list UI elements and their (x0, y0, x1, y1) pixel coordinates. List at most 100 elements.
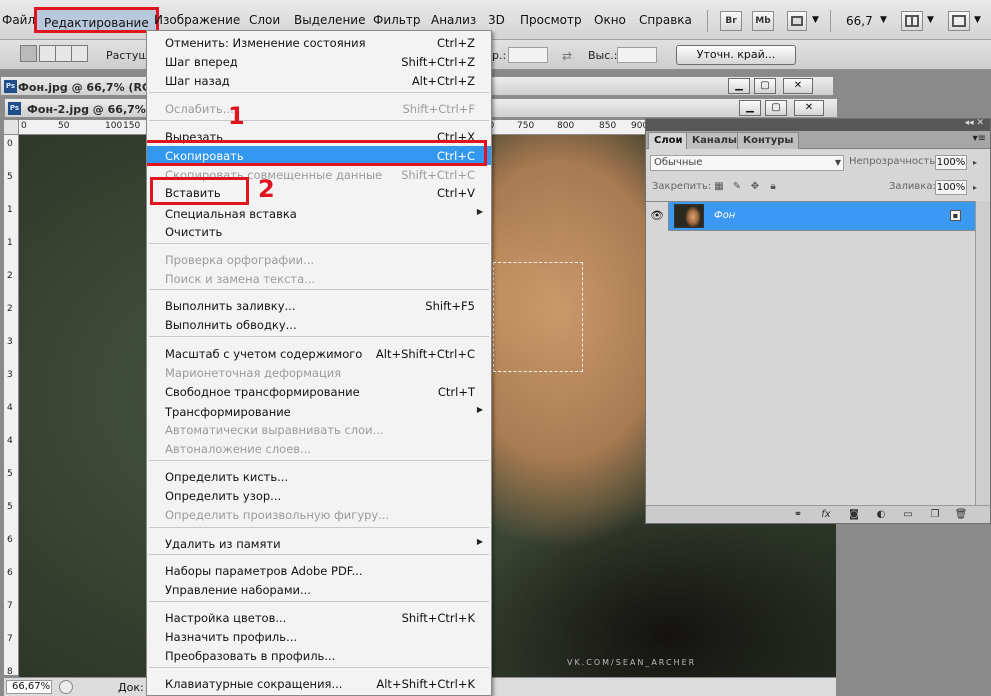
arrange-dropdown-icon[interactable]: ▼ (927, 15, 934, 25)
vertical-ruler[interactable]: 051122334455667788 (4, 135, 19, 677)
menu-item[interactable]: Шаг вперед Shift+Ctrl+Z (147, 52, 491, 71)
maximize-button[interactable]: ▢ (765, 100, 787, 116)
menu-item[interactable]: Управление наборами... (147, 580, 491, 599)
panel-header-strip[interactable]: ◂◂ ✕ (646, 118, 990, 131)
new-layer-icon[interactable]: ❐ (927, 508, 943, 522)
delete-layer-icon[interactable]: 🗑︎ (953, 508, 969, 522)
menu-window[interactable]: Окно (594, 13, 626, 27)
ruler-tick-label: 3 (7, 370, 13, 380)
menu-help[interactable]: Справка (639, 13, 692, 27)
menu-item[interactable]: Автоматически выравнивать слои... (147, 420, 491, 439)
lock-position-icon[interactable]: ✥ (749, 181, 761, 193)
menu-item[interactable]: Специальная вставка ▶ (147, 204, 491, 223)
panel-menu-icon[interactable]: ▾≡ (973, 133, 986, 144)
menu-item[interactable]: Наборы параметров Adobe PDF... (147, 561, 491, 580)
callout-number-2: 2 (258, 175, 275, 203)
height-field[interactable] (617, 47, 657, 63)
eye-icon[interactable]: 👁︎ (646, 202, 669, 231)
menu-3d[interactable]: 3D (488, 13, 505, 27)
menu-edit[interactable]: Редактирование (34, 7, 159, 33)
screen-mode-dropdown-icon[interactable]: ▼ (974, 15, 981, 25)
blend-mode-select[interactable]: Обычные ▼ (650, 155, 844, 171)
ruler-corner[interactable] (4, 120, 19, 135)
menu-item[interactable]: Клавиатурные сокращения... Alt+Shift+Ctrl… (147, 674, 491, 693)
maximize-button[interactable]: ▢ (754, 78, 776, 94)
menu-select[interactable]: Выделение (294, 13, 365, 27)
menu-item[interactable]: Отменить: Изменение состояния Ctrl+Z (147, 33, 491, 52)
layer-name[interactable]: Фон (714, 210, 735, 221)
lock-pixels-icon[interactable]: ✎ (731, 181, 743, 193)
menu-item[interactable]: Преобразовать в профиль... (147, 646, 491, 665)
opacity-field[interactable]: 100% (935, 155, 967, 170)
layers-scrollbar[interactable] (975, 201, 990, 505)
menu-item[interactable]: Шаг назад Alt+Ctrl+Z (147, 71, 491, 90)
menu-item[interactable]: Настройка цветов... Shift+Ctrl+K (147, 608, 491, 627)
menu-view[interactable]: Просмотр (520, 13, 582, 27)
menu-item[interactable]: Трансформирование ▶ (147, 402, 491, 421)
swap-icon[interactable]: ⇄ (562, 49, 572, 63)
zoom-dropdown-icon[interactable]: ▼ (880, 15, 887, 25)
layer-thumbnail[interactable] (674, 204, 704, 228)
bridge-button[interactable]: Br (720, 11, 742, 31)
minimize-button[interactable]: ▁ (739, 100, 761, 116)
screen-mode-button[interactable] (948, 11, 970, 31)
opacity-slider-icon[interactable]: ▸ (973, 158, 977, 167)
menu-item[interactable]: Поиск и замена текста... (147, 269, 491, 288)
menu-item[interactable]: Удалить из памяти ▶ (147, 534, 491, 553)
lock-all-icon[interactable]: 🔒︎ (767, 181, 779, 193)
status-zoom-field[interactable]: 66,67% (6, 680, 52, 694)
new-group-icon[interactable]: ▭ (900, 508, 916, 522)
width-field[interactable] (508, 47, 548, 63)
status-doc-info[interactable]: Док: (118, 681, 144, 694)
menu-image[interactable]: Изображение (154, 13, 240, 27)
tab-paths[interactable]: Контуры (737, 132, 800, 149)
view-extras-dropdown-icon[interactable]: ▼ (812, 15, 819, 25)
close-button[interactable]: ✕ (783, 78, 813, 94)
menu-item[interactable]: Ослабить... Shift+Ctrl+F (147, 99, 491, 118)
menu-file[interactable]: Файл (2, 13, 35, 27)
menu-item[interactable]: Автоналожение слоев... (147, 439, 491, 458)
adjustment-layer-icon[interactable]: ◐ (873, 508, 889, 522)
menu-item[interactable]: Выполнить обводку... (147, 315, 491, 334)
fx-icon[interactable]: fx (818, 508, 834, 522)
collapse-icon[interactable]: ◂◂ ✕ (965, 118, 984, 128)
view-extras-button[interactable] (787, 11, 807, 31)
zoom-level[interactable]: 66,7 (846, 14, 873, 28)
mini-bridge-button[interactable]: Mb (752, 11, 774, 31)
refine-edge-button[interactable]: Уточн. край... (676, 45, 796, 65)
navigator-icon[interactable] (59, 680, 73, 694)
menu-layers[interactable]: Слои (249, 13, 280, 27)
lock-transparency-icon[interactable]: ▦ (713, 181, 725, 193)
layer-row[interactable]: 👁︎ Фон ▪ (646, 201, 975, 231)
menu-item[interactable]: Марионеточная деформация (147, 363, 491, 382)
intersect-selection-button[interactable] (71, 45, 88, 62)
menu-item[interactable]: Определить узор... (147, 486, 491, 505)
fill-slider-icon[interactable]: ▸ (973, 183, 977, 192)
menu-item[interactable]: Проверка орфографии... (147, 250, 491, 269)
tab-layers[interactable]: Слои (648, 132, 689, 149)
menu-filter[interactable]: Фильтр (373, 13, 420, 27)
menu-item[interactable]: Свободное трансформирование Ctrl+T (147, 382, 491, 401)
menu-item[interactable]: Масштаб с учетом содержимого Alt+Shift+Ct… (147, 344, 491, 363)
arrange-documents-button[interactable] (901, 11, 923, 31)
new-selection-button[interactable] (20, 45, 37, 62)
link-layers-icon[interactable]: ⚭ (790, 508, 806, 522)
menu-item[interactable]: Определить произвольную фигуру... (147, 505, 491, 524)
ruler-tick-label: 6 (7, 535, 13, 545)
close-button[interactable]: ✕ (794, 100, 824, 116)
subtract-selection-button[interactable] (55, 45, 72, 62)
menu-item[interactable]: Выполнить заливку... Shift+F5 (147, 296, 491, 315)
add-mask-icon[interactable]: ◙ (846, 508, 862, 522)
menu-item[interactable]: Определить кисть... (147, 467, 491, 486)
height-label: Выс.: (588, 49, 618, 62)
marquee-selection[interactable] (493, 262, 583, 372)
menu-item-shortcut: Alt+Shift+Ctrl+C (375, 347, 475, 361)
menu-item[interactable]: Очистить (147, 222, 491, 241)
menu-item-label: Поиск и замена текста... (165, 272, 316, 286)
minimize-button[interactable]: ▁ (728, 78, 750, 94)
tab-channels[interactable]: Каналы (686, 132, 743, 149)
menu-item[interactable]: Назначить профиль... (147, 627, 491, 646)
add-selection-button[interactable] (39, 45, 56, 62)
menu-analysis[interactable]: Анализ (431, 13, 476, 27)
fill-field[interactable]: 100% (935, 180, 967, 195)
